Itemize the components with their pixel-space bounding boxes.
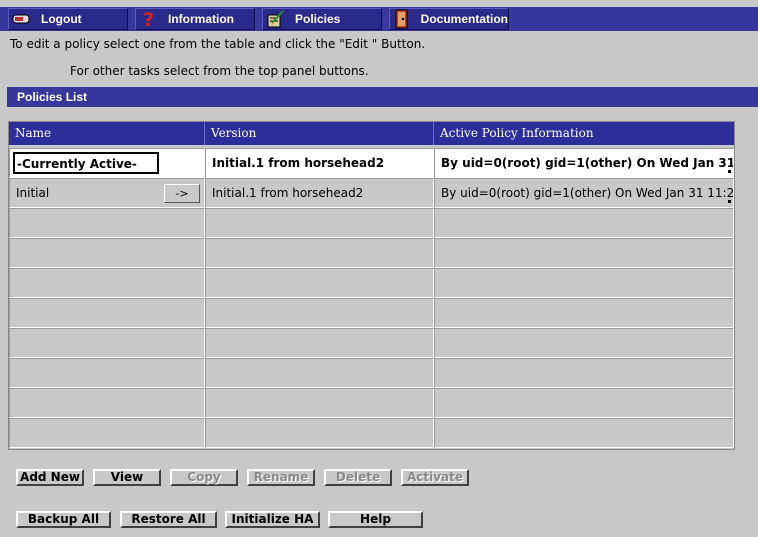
logout-icon (9, 9, 35, 29)
empty-cell[interactable] (205, 268, 434, 298)
instruction-line-2: For other tasks select from the top pane… (70, 64, 369, 78)
section-header: Policies List (7, 87, 758, 107)
activate-button[interactable]: Activate (401, 469, 469, 486)
empty-cell[interactable] (205, 388, 434, 418)
question-icon: ? (136, 9, 162, 29)
table-header: Name Version Active Policy Information (9, 122, 734, 145)
truncation-mark (728, 170, 731, 173)
table-row[interactable]: Initial -> Initial.1 from horsehead2 By … (9, 178, 734, 208)
empty-row[interactable] (9, 238, 734, 268)
active-info-text: By uid=0(root) gid=1(other) On Wed Jan 3… (441, 186, 734, 200)
empty-cell[interactable] (434, 388, 734, 418)
active-info-cell[interactable]: By uid=0(root) gid=1(other) On Wed Jan 3… (434, 178, 734, 208)
add-new-button[interactable]: Add New (16, 469, 84, 486)
policies-label: Policies (295, 12, 341, 26)
empty-row[interactable] (9, 328, 734, 358)
documentation-button[interactable]: Documentation (389, 8, 509, 30)
column-header-name[interactable]: Name (9, 122, 205, 145)
empty-cell[interactable] (9, 418, 205, 448)
empty-cell[interactable] (9, 328, 205, 358)
empty-row[interactable] (9, 208, 734, 238)
empty-cell[interactable] (434, 268, 734, 298)
logout-label: Logout (41, 12, 82, 26)
empty-cell[interactable] (205, 298, 434, 328)
policy-name: Initial (16, 186, 50, 200)
empty-cell[interactable] (9, 388, 205, 418)
empty-cell[interactable] (205, 208, 434, 238)
table-row-active[interactable]: -Currently Active- Initial.1 from horseh… (9, 148, 734, 178)
initialize-ha-button[interactable]: Initialize HA (225, 511, 320, 528)
empty-cell[interactable] (205, 358, 434, 388)
empty-cell[interactable] (434, 238, 734, 268)
logout-button[interactable]: Logout (8, 8, 128, 30)
delete-button[interactable]: Delete (324, 469, 392, 486)
column-header-version[interactable]: Version (205, 122, 434, 145)
empty-cell[interactable] (9, 268, 205, 298)
empty-cell[interactable] (9, 208, 205, 238)
empty-cell[interactable] (205, 418, 434, 448)
empty-cell[interactable] (9, 238, 205, 268)
svg-text:?: ? (143, 9, 154, 29)
column-header-active-info[interactable]: Active Policy Information (434, 122, 734, 145)
empty-cell[interactable] (9, 358, 205, 388)
top-toolbar: Logout ? Information Policies Documentat… (0, 7, 758, 31)
name-cell[interactable]: Initial -> (9, 178, 205, 208)
active-info-cell[interactable]: By uid=0(root) gid=1(other) On Wed Jan 3… (434, 148, 734, 178)
version-cell[interactable]: Initial.1 from horsehead2 (205, 178, 434, 208)
view-button[interactable]: View (93, 469, 161, 486)
information-label: Information (168, 12, 234, 26)
empty-cell[interactable] (434, 208, 734, 238)
empty-cell[interactable] (205, 328, 434, 358)
restore-all-button[interactable]: Restore All (120, 511, 217, 528)
policies-table: Name Version Active Policy Information -… (8, 121, 735, 450)
empty-row[interactable] (9, 388, 734, 418)
instruction-line-1: To edit a policy select one from the tab… (10, 37, 426, 51)
active-info-text: By uid=0(root) gid=1(other) On Wed Jan 3… (441, 156, 734, 170)
empty-cell[interactable] (9, 298, 205, 328)
rename-button[interactable]: Rename (247, 469, 315, 486)
empty-cell[interactable] (434, 328, 734, 358)
policies-button[interactable]: Policies (262, 8, 382, 30)
version-cell[interactable]: Initial.1 from horsehead2 (205, 148, 434, 178)
truncation-mark (728, 200, 731, 203)
policies-icon (263, 9, 289, 29)
empty-cell[interactable] (434, 358, 734, 388)
empty-row[interactable] (9, 418, 734, 448)
empty-cell[interactable] (434, 418, 734, 448)
book-icon (390, 9, 415, 29)
empty-row[interactable] (9, 298, 734, 328)
documentation-label: Documentation (420, 12, 508, 26)
help-button[interactable]: Help (328, 511, 423, 528)
empty-cell[interactable] (434, 298, 734, 328)
currently-active-label: -Currently Active- (13, 152, 159, 174)
copy-button[interactable]: Copy (170, 469, 238, 486)
name-cell[interactable]: -Currently Active- (9, 148, 205, 178)
empty-row[interactable] (9, 358, 734, 388)
empty-cell[interactable] (205, 238, 434, 268)
backup-all-button[interactable]: Backup All (16, 511, 111, 528)
information-button[interactable]: ? Information (135, 8, 255, 30)
select-arrow-button[interactable]: -> (164, 184, 200, 203)
empty-row[interactable] (9, 268, 734, 298)
